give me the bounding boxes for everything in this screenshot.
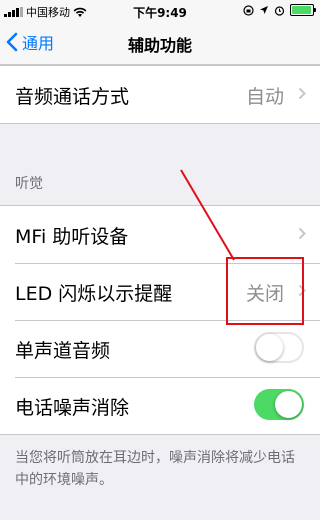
annotation-box (226, 257, 304, 325)
